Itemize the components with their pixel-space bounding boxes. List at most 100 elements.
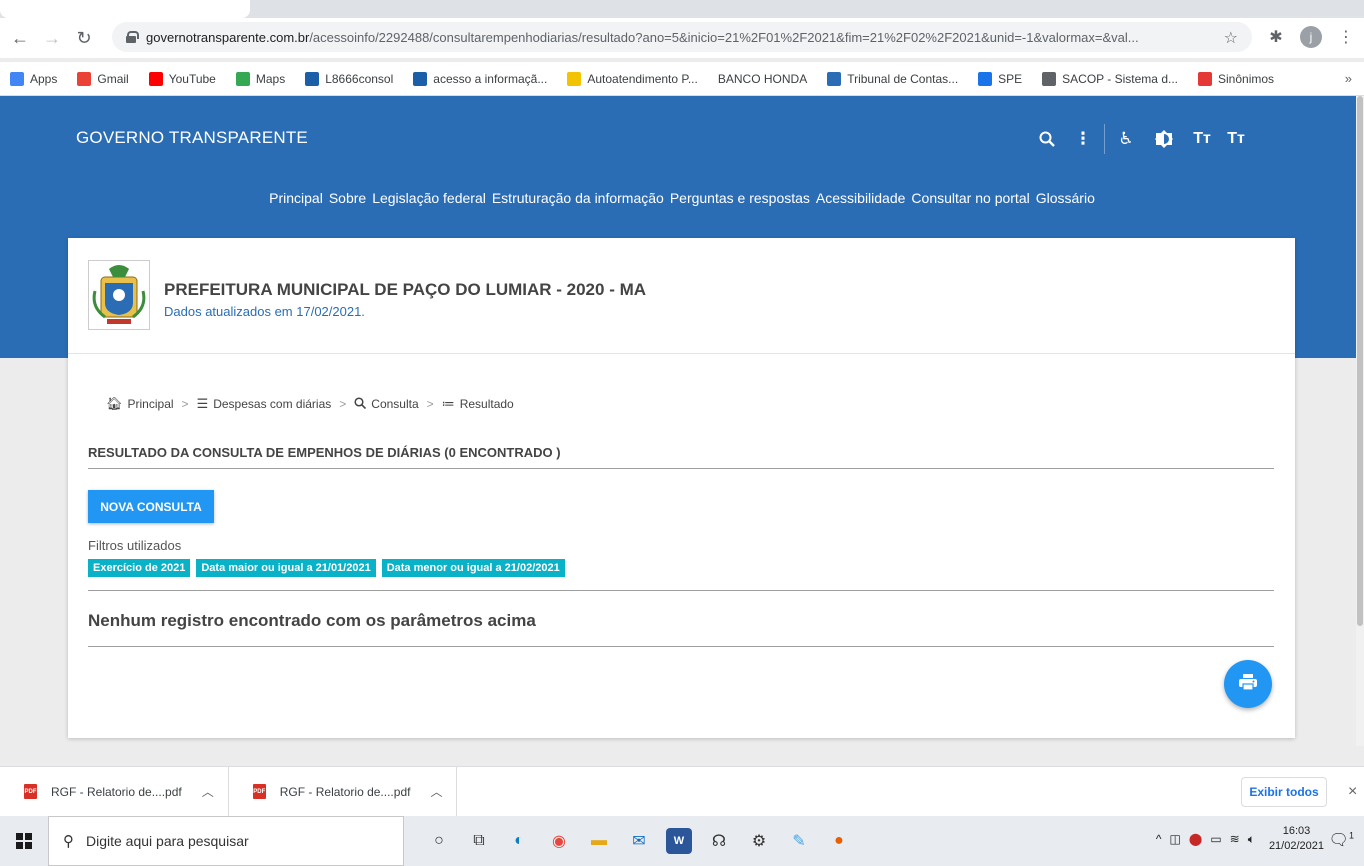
feedback-icon[interactable]: ☊ bbox=[706, 828, 732, 854]
breadcrumb-consulta[interactable]: Consulta bbox=[371, 397, 418, 411]
settings-gear-icon[interactable]: ⚙ bbox=[746, 828, 772, 854]
nav-link[interactable]: Estruturação da informação bbox=[492, 190, 664, 206]
coat-of-arms-icon bbox=[88, 260, 150, 330]
download-item[interactable]: PDF RGF - Relatorio de....pdf ︿ bbox=[0, 766, 229, 817]
url-text: governotransparente.com.br/acessoinfo/22… bbox=[146, 29, 1139, 45]
bookmark-item[interactable]: SPE bbox=[978, 71, 1022, 86]
nav-link[interactable]: Legislação federal bbox=[372, 190, 486, 206]
bookmarks-overflow-icon[interactable]: » bbox=[1345, 71, 1352, 86]
result-title: RESULTADO DA CONSULTA DE EMPENHOS DE DIÁ… bbox=[88, 445, 561, 460]
chrome-icon[interactable]: ◉ bbox=[546, 828, 572, 854]
chevron-up-icon[interactable]: ︿ bbox=[430, 783, 442, 800]
breadcrumb-separator: > bbox=[426, 397, 434, 411]
org-header: PREFEITURA MUNICIPAL DE PAÇO DO LUMIAR -… bbox=[68, 238, 1295, 354]
bookmark-item[interactable]: SACOP - Sistema d... bbox=[1042, 71, 1178, 86]
filter-chips: Exercício de 2021 Data maior ou igual a … bbox=[88, 559, 565, 577]
contrast-icon[interactable] bbox=[1153, 128, 1175, 150]
nav-link[interactable]: Principal bbox=[269, 190, 323, 206]
decrease-font-icon[interactable]: Tт bbox=[1225, 128, 1247, 150]
download-filename: RGF - Relatorio de....pdf bbox=[51, 784, 182, 799]
bookmark-item[interactable]: Autoatendimento P... bbox=[567, 71, 698, 86]
firefox-icon[interactable]: ● bbox=[826, 828, 852, 854]
nav-link[interactable]: Glossário bbox=[1036, 190, 1095, 206]
data-updated-text: Dados atualizados em 17/02/2021. bbox=[164, 304, 365, 319]
tab-strip bbox=[0, 0, 1364, 18]
chevron-up-icon[interactable]: ^ bbox=[1156, 832, 1162, 846]
accessibility-icon[interactable]: ♿ bbox=[1115, 128, 1137, 150]
file-explorer-icon[interactable]: ▬ bbox=[586, 828, 612, 854]
menu-dots-icon[interactable]: ⋮ bbox=[1336, 27, 1356, 47]
wifi-icon[interactable]: ≋ bbox=[1230, 832, 1240, 846]
breadcrumb-principal[interactable]: Principal bbox=[128, 397, 174, 411]
more-vert-icon[interactable]: ⋮ bbox=[1072, 128, 1094, 150]
browser-tab[interactable] bbox=[0, 0, 250, 18]
profile-avatar[interactable]: j bbox=[1300, 26, 1322, 48]
back-icon[interactable]: ← bbox=[8, 26, 32, 50]
download-filename: RGF - Relatorio de....pdf bbox=[279, 784, 411, 799]
bookmark-item[interactable]: Sinônimos bbox=[1198, 71, 1274, 86]
taskbar-search-input[interactable]: ⚲ Digite aqui para pesquisar bbox=[48, 816, 404, 866]
address-bar[interactable]: governotransparente.com.br/acessoinfo/22… bbox=[112, 22, 1252, 52]
bookmark-label: Gmail bbox=[97, 71, 129, 86]
pdf-file-icon: PDF bbox=[252, 784, 266, 799]
nav-link[interactable]: Sobre bbox=[329, 190, 366, 206]
bookmark-item[interactable]: YouTube bbox=[148, 71, 216, 86]
site-brand[interactable]: GOVERNO TRANSPARENTE bbox=[76, 128, 308, 148]
bookmark-favicon-icon bbox=[978, 71, 993, 86]
filter-chip-year: Exercício de 2021 bbox=[88, 559, 191, 577]
search-icon[interactable] bbox=[1036, 128, 1058, 150]
taskbar-apps: ○ ⧉ ◐ ◉ ▬ ✉ W ☊ ⚙ ✎ ● bbox=[426, 828, 852, 854]
bookmark-favicon-icon bbox=[10, 71, 24, 86]
bookmark-label: BANCO HONDA bbox=[717, 71, 808, 86]
mail-icon[interactable]: ✉ bbox=[626, 828, 652, 854]
new-query-button[interactable]: NOVA CONSULTA bbox=[88, 490, 214, 523]
download-item[interactable]: PDF RGF - Relatorio de....pdf ︿ bbox=[229, 766, 458, 817]
task-view-icon[interactable]: ⧉ bbox=[466, 828, 492, 854]
show-all-downloads-button[interactable]: Exibir todos bbox=[1241, 777, 1327, 807]
forward-icon[interactable]: → bbox=[40, 26, 64, 50]
bookmark-item[interactable]: Tribunal de Contas... bbox=[827, 71, 958, 86]
search-icon bbox=[354, 396, 367, 412]
nav-link[interactable]: Consultar no portal bbox=[911, 190, 1029, 206]
bookmark-item[interactable]: BANCO HONDA bbox=[718, 72, 807, 86]
bookmark-favicon-icon bbox=[1042, 71, 1057, 86]
bookmark-label: L8666consol bbox=[325, 71, 394, 86]
battery-icon[interactable]: ▭ bbox=[1210, 832, 1221, 846]
bookmark-item[interactable]: Maps bbox=[235, 71, 285, 86]
bookmark-label: SACOP - Sistema d... bbox=[1062, 71, 1178, 86]
bookmark-favicon-icon bbox=[567, 71, 582, 86]
paint-icon[interactable]: ✎ bbox=[786, 828, 812, 854]
meet-now-icon[interactable]: ◫ bbox=[1170, 832, 1181, 846]
content-card: PREFEITURA MUNICIPAL DE PAÇO DO LUMIAR -… bbox=[68, 238, 1295, 738]
chevron-up-icon[interactable]: ︿ bbox=[202, 783, 214, 800]
nav-link[interactable]: Perguntas e respostas bbox=[670, 190, 810, 206]
breadcrumb-despesas[interactable]: Despesas com diárias bbox=[213, 397, 331, 411]
bookmark-favicon-icon bbox=[305, 71, 320, 86]
cortana-icon[interactable]: ○ bbox=[426, 828, 452, 854]
nav-link[interactable]: Acessibilidade bbox=[816, 190, 906, 206]
bookmark-item[interactable]: acesso a informaçã... bbox=[413, 71, 548, 86]
divider bbox=[88, 646, 1274, 647]
bookmark-item[interactable]: Apps bbox=[10, 71, 58, 86]
reload-icon[interactable]: ↻ bbox=[72, 26, 96, 50]
windows-start-icon[interactable] bbox=[0, 816, 48, 866]
word-icon[interactable]: W bbox=[666, 828, 692, 854]
edge-icon[interactable]: ◐ bbox=[506, 828, 532, 854]
bookmark-star-icon[interactable]: ☆ bbox=[1224, 28, 1238, 48]
antivirus-icon[interactable]: ⬤ bbox=[1189, 832, 1202, 846]
print-button[interactable] bbox=[1224, 660, 1272, 708]
extensions-icon[interactable]: ✱ bbox=[1266, 27, 1286, 47]
clock[interactable]: 16:03 21/02/2021 bbox=[1269, 824, 1324, 854]
bookmark-label: Apps bbox=[30, 71, 58, 86]
taskbar-search-placeholder: Digite aqui para pesquisar bbox=[86, 833, 249, 849]
increase-font-icon[interactable]: Tт bbox=[1191, 128, 1213, 150]
breadcrumb-separator: > bbox=[181, 397, 189, 411]
scrollbar-thumb[interactable] bbox=[1357, 96, 1363, 626]
bookmark-item[interactable]: Gmail bbox=[77, 71, 129, 86]
volume-icon[interactable]: 🔈︎ bbox=[1248, 832, 1255, 847]
notifications-icon[interactable]: 🗨︎1 bbox=[1329, 830, 1354, 850]
bookmark-label: acesso a informaçã... bbox=[433, 71, 548, 86]
close-icon[interactable]: × bbox=[1348, 783, 1357, 801]
bookmark-item[interactable]: L8666consol bbox=[305, 71, 394, 86]
breadcrumb-separator: > bbox=[339, 397, 347, 411]
